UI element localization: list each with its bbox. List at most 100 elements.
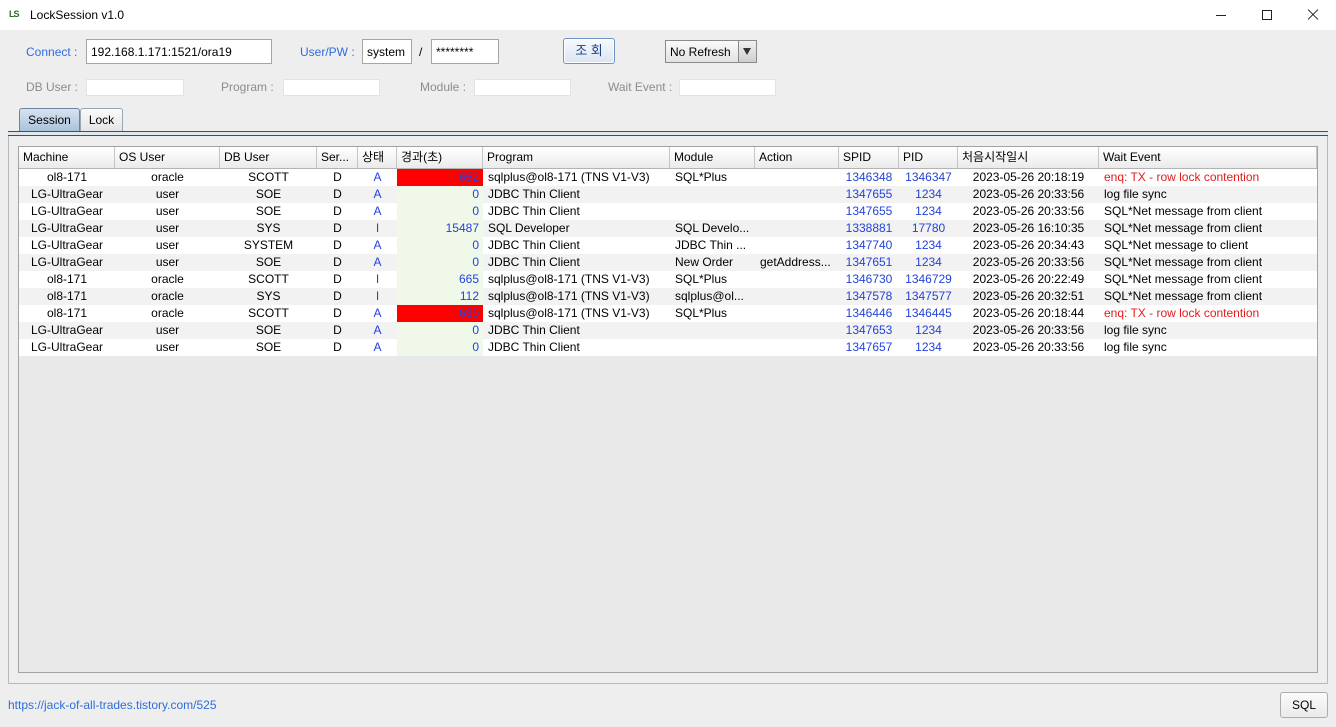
cell-os-user: user [155,204,180,218]
tab-lock[interactable]: Lock [80,108,123,132]
cell-machine: LG-UltraGear [30,340,104,354]
column-header-db-user[interactable]: DB User [220,147,317,168]
column-header-elapsed[interactable]: 경과(초) [397,147,483,168]
cell-spid: 1338881 [845,221,893,235]
minimize-icon [1216,15,1226,16]
column-header-action[interactable]: Action [755,147,839,168]
cell-status: I [375,221,380,235]
table-row[interactable]: LG-UltraGear user SOE D A 0 JDBC Thin Client 13… [19,322,1317,339]
close-button[interactable] [1290,0,1336,30]
column-header-os-user[interactable]: OS User [115,147,220,168]
table-body[interactable]: ol8-171 oracle SCOTT D A 652 sqlplus@ol8-171 (… [19,169,1317,356]
cell-os-user: oracle [151,306,184,320]
column-header-wait-event[interactable]: Wait Event [1099,147,1317,168]
column-header-module[interactable]: Module [670,147,755,168]
cell-action [755,203,839,220]
blog-link[interactable]: https://jack-of-all-trades.tistory.com/5… [8,698,217,712]
query-button[interactable]: 조 회 [563,38,615,64]
cell-server: D [333,255,342,269]
username-input[interactable] [362,39,412,64]
cell-module [670,186,755,203]
cell-db-user: SCOTT [248,272,289,286]
cell-elapsed: 639 [397,305,483,322]
session-table[interactable]: Machine OS User DB User Ser... 상태 경과(초) Progra… [18,146,1318,673]
cell-pid: 1346347 [905,170,952,184]
cell-server: D [333,221,342,235]
cell-start-time: 2023-05-26 20:22:49 [972,272,1085,286]
dropdown-arrow-button[interactable] [738,41,756,62]
column-header-status[interactable]: 상태 [358,147,397,168]
cell-os-user: oracle [151,272,184,286]
cell-server: D [333,187,342,201]
module-filter-input[interactable] [474,79,571,96]
cell-start-time: 2023-05-26 20:33:56 [972,323,1085,337]
cell-start-time: 2023-05-26 20:33:56 [972,187,1085,201]
cell-os-user: user [155,187,180,201]
tab-session[interactable]: Session [19,108,80,132]
table-row[interactable]: ol8-171 oracle SYS D I 112 sqlplus@ol8-171 (TN… [19,288,1317,305]
cell-action [755,169,839,186]
cell-server: D [333,340,342,354]
column-header-server[interactable]: Ser... [317,147,358,168]
maximize-button[interactable] [1244,0,1290,30]
cell-status: A [373,170,382,184]
cell-status: A [373,238,382,252]
table-row[interactable]: ol8-171 oracle SCOTT D A 639 sqlplus@ol8-171 (… [19,305,1317,322]
table-row[interactable]: LG-UltraGear user SOE D A 0 JDBC Thin Client 13… [19,186,1317,203]
cell-pid: 1234 [915,340,942,354]
password-input[interactable] [431,39,499,64]
cell-program: JDBC Thin Client [488,204,580,218]
minimize-button[interactable] [1198,0,1244,30]
sql-button[interactable]: SQL [1280,692,1328,718]
title-bar[interactable]: LS LockSession v1.0 [0,0,1336,30]
table-row[interactable]: LG-UltraGear user SOE D A 0 JDBC Thin Client 13… [19,203,1317,220]
cell-module: sqlplus@ol... [675,289,744,303]
cell-os-user: user [155,255,180,269]
cell-start-time: 2023-05-26 20:18:19 [972,170,1085,184]
table-header: Machine OS User DB User Ser... 상태 경과(초) Progra… [19,147,1317,169]
wait-event-filter-input[interactable] [679,79,776,96]
cell-machine: LG-UltraGear [30,323,104,337]
cell-spid: 1347657 [845,340,893,354]
db-user-filter-input[interactable] [86,79,184,96]
cell-module [670,339,755,356]
cell-module: SQL*Plus [675,272,728,286]
cell-status: I [375,272,380,286]
column-header-spid[interactable]: SPID [839,147,899,168]
table-row[interactable]: LG-UltraGear user SOE D A 0 JDBC Thin Client 13… [19,339,1317,356]
cell-db-user: SOE [255,204,282,218]
cell-wait-event: SQL*Net message from client [1104,204,1263,218]
connect-label: Connect : [26,45,78,59]
cell-machine: ol8-171 [46,289,88,303]
cell-pid: 1234 [915,187,942,201]
cell-wait-event: SQL*Net message from client [1104,272,1263,286]
cell-machine: LG-UltraGear [30,238,104,252]
column-header-machine[interactable]: Machine [19,147,115,168]
cell-program: sqlplus@ol8-171 (TNS V1-V3) [488,170,650,184]
column-header-start-time[interactable]: 처음시작일시 [958,147,1099,168]
table-row[interactable]: LG-UltraGear user SYS D I 15487 SQL Developer S… [19,220,1317,237]
table-row[interactable]: LG-UltraGear user SOE D A 0 JDBC Thin Client Ne… [19,254,1317,271]
cell-program: SQL Developer [488,221,570,235]
program-filter-label: Program : [221,80,274,94]
column-header-pid[interactable]: PID [899,147,958,168]
cell-elapsed: 15487 [397,220,483,237]
cell-elapsed: 0 [397,322,483,339]
cell-status: A [373,306,382,320]
cell-os-user: user [155,221,180,235]
cell-program: JDBC Thin Client [488,238,580,252]
table-row[interactable]: LG-UltraGear user SYSTEM D A 0 JDBC Thin Clien… [19,237,1317,254]
refresh-dropdown[interactable]: No Refresh [665,40,757,63]
connect-input[interactable] [86,39,272,64]
cell-machine: ol8-171 [46,272,88,286]
cell-db-user: SOE [255,255,282,269]
column-header-program[interactable]: Program [483,147,670,168]
cell-spid: 1347655 [845,204,893,218]
cell-machine: LG-UltraGear [30,255,104,269]
cell-server: D [333,204,342,218]
table-row[interactable]: ol8-171 oracle SCOTT D I 665 sqlplus@ol8-171 (… [19,271,1317,288]
cell-start-time: 2023-05-26 20:33:56 [972,204,1085,218]
cell-machine: LG-UltraGear [30,204,104,218]
program-filter-input[interactable] [283,79,380,96]
table-row[interactable]: ol8-171 oracle SCOTT D A 652 sqlplus@ol8-171 (… [19,169,1317,186]
